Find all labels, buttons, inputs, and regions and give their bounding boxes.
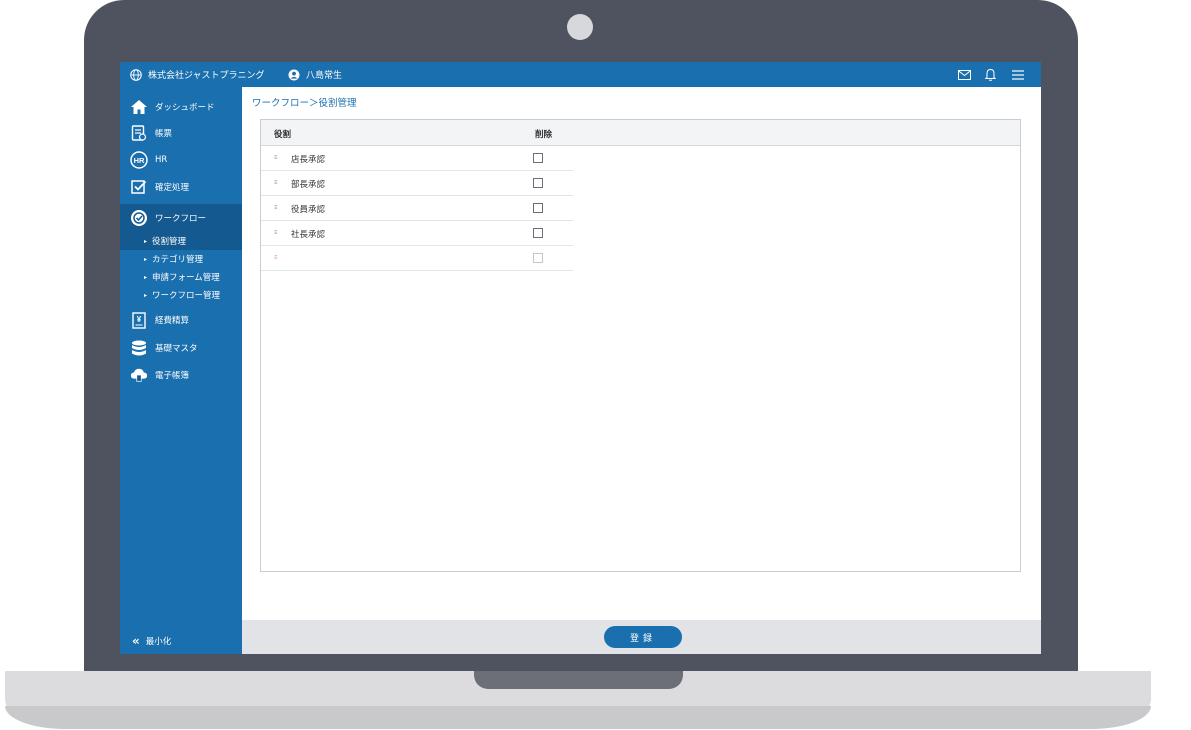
sidebar-item-label: ダッシュボード bbox=[155, 103, 215, 113]
sidebar-subitem-forms[interactable]: ▸ 申請フォーム管理 bbox=[120, 268, 242, 286]
main-content: ワークフロー＞役割管理 役割 削除 ⁝⁝⁝ 店長承認 ⁝⁝⁝ 部長承認 ⁝⁝⁝ … bbox=[242, 87, 1041, 654]
laptop-notch bbox=[474, 671, 683, 689]
sidebar-item-confirm[interactable]: 確定処理 bbox=[120, 174, 242, 200]
delete-checkbox[interactable] bbox=[533, 153, 543, 163]
bullet-icon: ▸ bbox=[144, 291, 148, 299]
sidebar-item-label: 確定処理 bbox=[155, 183, 190, 193]
sidebar-item-reports[interactable]: 帳票 bbox=[120, 120, 242, 146]
register-button[interactable]: 登録 bbox=[604, 626, 682, 648]
roles-table: 役割 削除 ⁝⁝⁝ 店長承認 ⁝⁝⁝ 部長承認 ⁝⁝⁝ 役員承認 ⁝⁝⁝ 社長承… bbox=[260, 119, 1021, 572]
role-name[interactable]: 部長承認 bbox=[291, 178, 325, 190]
table-row[interactable]: ⁝⁝⁝ 役員承認 bbox=[261, 196, 573, 221]
hamburger-menu-icon[interactable] bbox=[1009, 66, 1027, 83]
table-row[interactable]: ⁝⁝⁝ 部長承認 bbox=[261, 171, 573, 196]
sidebar-item-dashboard[interactable]: ダッシュボード bbox=[120, 94, 242, 120]
database-icon bbox=[130, 339, 148, 357]
sidebar-subitem-label: 役割管理 bbox=[152, 237, 187, 247]
minimize-label: 最小化 bbox=[145, 637, 172, 647]
role-name[interactable]: 社長承認 bbox=[291, 228, 325, 240]
breadcrumb: ワークフロー＞役割管理 bbox=[252, 98, 357, 109]
bell-icon[interactable] bbox=[981, 66, 999, 83]
yen-receipt-icon: ¥ bbox=[130, 311, 148, 329]
sidebar-subitem-roles[interactable]: ▸ 役割管理 bbox=[120, 232, 242, 250]
workflow-icon bbox=[130, 209, 148, 227]
sidebar-subitem-categories[interactable]: ▸ カテゴリ管理 bbox=[120, 250, 242, 268]
globe-icon bbox=[130, 68, 142, 81]
top-bar: 株式会社ジャストプラニング 八島常生 bbox=[120, 62, 1041, 87]
table-header: 役割 削除 bbox=[261, 120, 1020, 146]
company-name: 株式会社ジャストプラニング bbox=[148, 71, 265, 81]
svg-text:¥: ¥ bbox=[137, 315, 142, 324]
home-icon bbox=[130, 98, 148, 116]
bullet-icon: ▸ bbox=[144, 237, 148, 245]
role-name[interactable]: 役員承認 bbox=[291, 203, 325, 215]
double-chevron-left-icon: « bbox=[132, 634, 140, 648]
sidebar-item-workflow[interactable]: ワークフロー bbox=[120, 204, 242, 232]
cloud-icon bbox=[130, 366, 148, 384]
sidebar-item-hr[interactable]: HR HR bbox=[120, 147, 242, 173]
user-name: 八島常生 bbox=[306, 71, 343, 81]
sidebar-item-label: 経費精算 bbox=[155, 316, 190, 326]
footer-bar: 登録 bbox=[242, 620, 1041, 654]
drag-handle-icon[interactable]: ⁝⁝⁝ bbox=[274, 154, 278, 161]
table-row[interactable]: ⁝⁝⁝ 社長承認 bbox=[261, 221, 573, 246]
screen: 株式会社ジャストプラニング 八島常生 ダッシュボード 帳票 HR HR 確定処理… bbox=[120, 62, 1041, 654]
user-icon bbox=[288, 69, 300, 80]
sidebar-item-expenses[interactable]: ¥ 経費精算 bbox=[120, 307, 242, 333]
sidebar-subitem-label: ワークフロー管理 bbox=[152, 291, 221, 301]
table-row[interactable]: ⁝⁝⁝ 店長承認 bbox=[261, 146, 573, 171]
sidebar-item-label: 基礎マスタ bbox=[155, 344, 198, 354]
column-header-delete: 削除 bbox=[535, 130, 553, 140]
document-icon bbox=[130, 124, 148, 142]
delete-checkbox[interactable] bbox=[533, 228, 543, 238]
laptop-base-edge bbox=[5, 706, 1151, 729]
sidebar: ダッシュボード 帳票 HR HR 確定処理 ワークフロー ▸ 役割管理 ▸ カテ… bbox=[120, 87, 242, 654]
hr-icon: HR bbox=[130, 151, 148, 169]
sidebar-subitem-label: カテゴリ管理 bbox=[152, 255, 204, 265]
bullet-icon: ▸ bbox=[144, 273, 148, 281]
table-row-new[interactable]: ⁝⁝⁝ bbox=[261, 246, 573, 271]
bullet-icon: ▸ bbox=[144, 255, 148, 263]
minimize-button[interactable]: « 最小化 bbox=[120, 628, 242, 654]
company-menu[interactable]: 株式会社ジャストプラニング bbox=[130, 62, 265, 87]
svg-text:HR: HR bbox=[134, 156, 145, 165]
sidebar-subitem-workflows[interactable]: ▸ ワークフロー管理 bbox=[120, 286, 242, 304]
role-name[interactable]: 店長承認 bbox=[291, 153, 325, 165]
delete-checkbox bbox=[533, 253, 543, 263]
user-menu[interactable]: 八島常生 bbox=[288, 62, 342, 87]
sidebar-item-label: 電子帳簿 bbox=[155, 371, 190, 381]
camera-icon bbox=[567, 14, 593, 40]
sidebar-subitem-label: 申請フォーム管理 bbox=[152, 273, 220, 283]
drag-handle-icon[interactable]: ⁝⁝⁝ bbox=[274, 229, 278, 236]
sidebar-item-label: ワークフロー bbox=[155, 214, 207, 224]
sidebar-item-label: 帳票 bbox=[155, 129, 173, 139]
sidebar-item-master[interactable]: 基礎マスタ bbox=[120, 335, 242, 361]
checkbox-icon bbox=[130, 178, 148, 196]
drag-handle-icon[interactable]: ⁝⁝⁝ bbox=[274, 254, 278, 261]
sidebar-item-label: HR bbox=[155, 155, 168, 165]
mail-icon[interactable] bbox=[955, 66, 973, 83]
delete-checkbox[interactable] bbox=[533, 203, 543, 213]
sidebar-item-ebook[interactable]: 電子帳簿 bbox=[120, 362, 242, 388]
delete-checkbox[interactable] bbox=[533, 178, 543, 188]
drag-handle-icon[interactable]: ⁝⁝⁝ bbox=[274, 204, 278, 211]
column-header-role: 役割 bbox=[274, 130, 292, 140]
drag-handle-icon[interactable]: ⁝⁝⁝ bbox=[274, 179, 278, 186]
